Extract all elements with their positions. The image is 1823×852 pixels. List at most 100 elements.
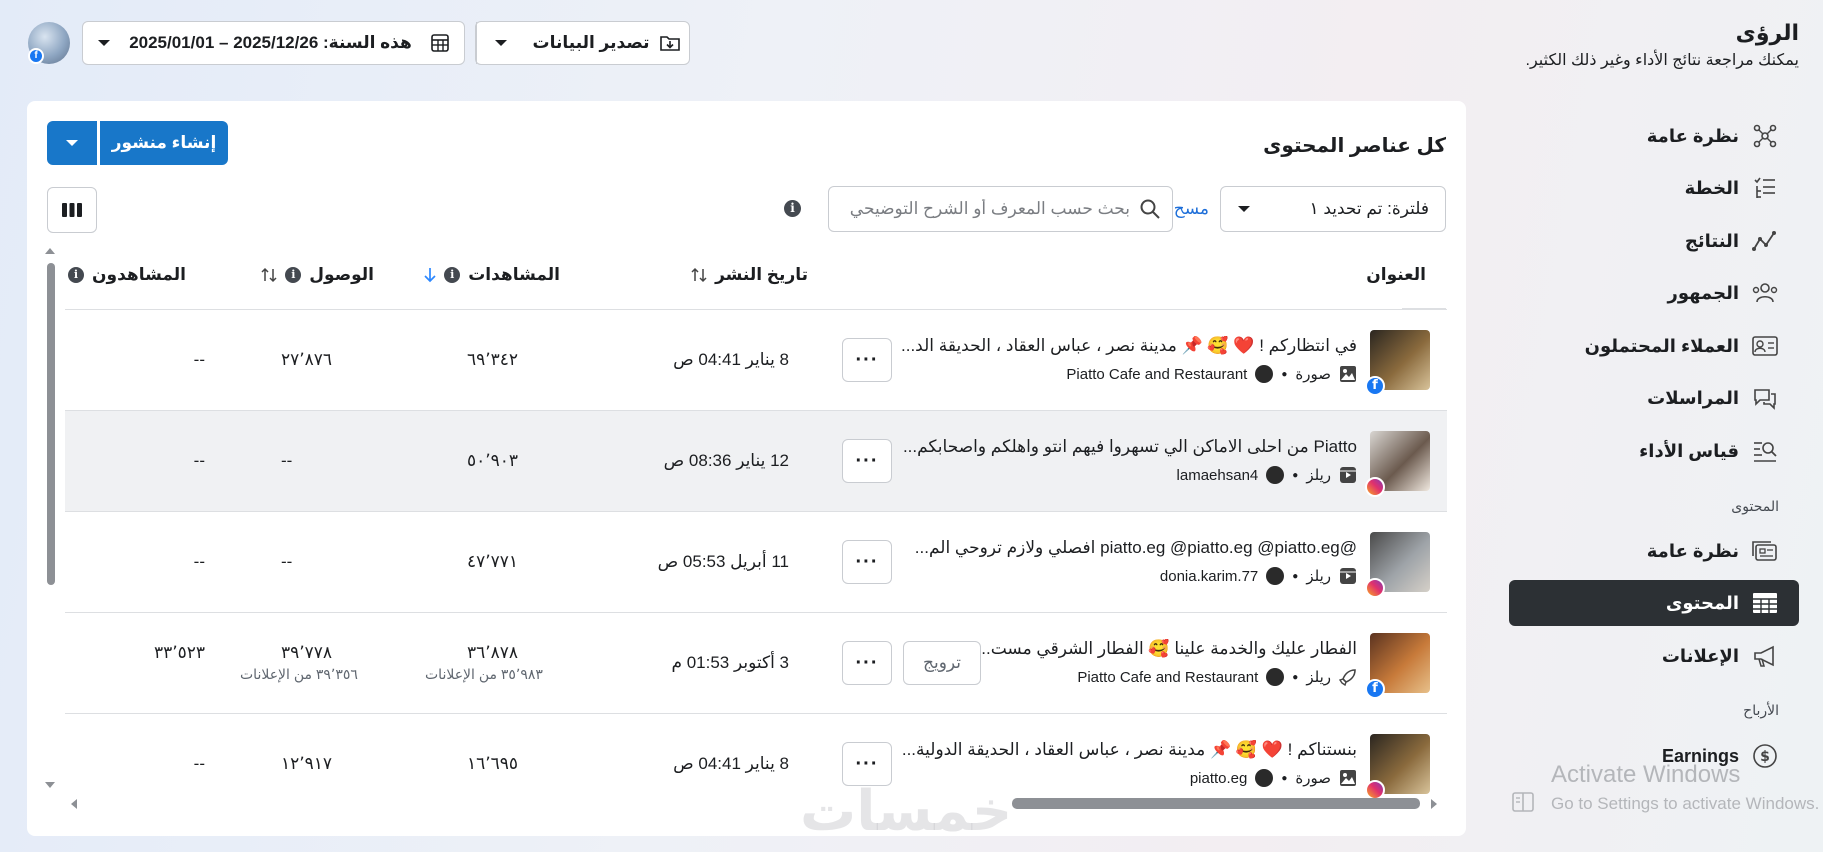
table-row[interactable]: f الفطار عليك والخدمة علينا 🥰 الفطار الش… [65,612,1447,713]
sort-icon [691,267,707,283]
photo-icon [1339,365,1357,383]
more-options-button[interactable]: ··· [842,338,892,382]
scroll-left-arrow[interactable] [70,798,78,810]
search-icon [1140,199,1160,219]
views-value: ٣٦٬٨٧٨ [467,643,519,662]
account-avatar [1255,365,1274,383]
search-input[interactable] [841,199,1130,219]
reach-value: ٣٩٬٧٧٨ [281,643,333,662]
sidebar-item-content-overview[interactable]: نظرة عامة [1509,528,1799,574]
date-range-button[interactable]: هذه السنة: 2025/12/26 – 2025/01/01 [82,21,465,65]
filter-button[interactable]: فلترة: تم تحديد ١ [1220,186,1446,232]
export-data-button[interactable]: تصدير البيانات [525,33,689,53]
more-options-button[interactable]: ··· [842,641,892,685]
more-dots-icon: ··· [855,651,879,674]
column-header-reach[interactable]: الوصول i [261,265,374,285]
sidebar-item-plan[interactable]: الخطة [1509,165,1799,211]
more-dots-icon: ··· [855,752,879,775]
post-title[interactable]: @piatto.eg @piatto.eg @piatto.eg افصلي و… [915,538,1357,558]
views-ads-value: ٣٥٬٩٨٣ من الإعلانات [425,666,543,682]
reach-value: ١٢٬٩١٧ [281,754,333,773]
media-overview-icon [1751,537,1779,565]
sidebar-item-label: المحتوى [1665,592,1739,613]
contact-card-icon [1751,332,1779,360]
table-grid-icon [1751,589,1779,617]
sidebar-section-earnings: الأرباح [1743,702,1779,718]
post-title[interactable]: Piatto من احلى الاماكن الي تسهروا فيهم ا… [903,437,1357,457]
post-meta: ريلز ● donia.karim.77 [1160,567,1357,585]
post-meta: صورة ● piatto.eg [1190,769,1357,787]
settings-panel-icon [1512,791,1534,813]
post-type: صورة [1295,366,1331,383]
post-title[interactable]: بنستناكم ! ❤️ 🥰 📌 مدينة نصر ، عباس العقا… [902,740,1357,760]
account-avatar [1266,668,1285,686]
column-header-views[interactable]: المشاهدات i [424,265,560,285]
scroll-right-arrow[interactable] [1430,798,1438,810]
khamsat-watermark-logo: خمسات [800,779,1013,842]
viewers-value: -- [193,451,205,470]
account-avatar [1266,567,1285,585]
column-header-viewers[interactable]: المشاهدون i [68,265,186,285]
more-options-button[interactable]: ··· [842,439,892,483]
table-row[interactable]: Piatto من احلى الاماكن الي تسهروا فيهم ا… [65,410,1447,511]
column-header-title[interactable]: العنوان [1366,265,1426,285]
sidebar-item-label: النتائج [1684,230,1739,251]
export-dropdown-button[interactable] [476,22,525,64]
info-icon: i [68,267,85,283]
sidebar-item-leads[interactable]: العملاء المحتملون [1509,323,1799,369]
post-title[interactable]: في انتظاركم ! ❤️ 🥰 📌 مدينة نصر ، عباس ال… [901,336,1357,356]
post-meta: ريلز ● lamaehsan4 [1177,466,1357,484]
search-info-icon[interactable]: i [784,200,801,217]
viewers-value: ٣٣٬٥٢٣ [153,643,205,662]
people-icon [1751,279,1779,307]
sidebar-item-label: قياس الأداء [1639,440,1739,461]
sidebar-item-results[interactable]: النتائج [1509,218,1799,264]
photo-icon [1339,769,1357,787]
sidebar-item-label: العملاء المحتملون [1584,335,1739,356]
sidebar-item-ads[interactable]: الإعلانات [1509,633,1799,679]
separator-dot: ● [1292,469,1299,481]
post-account: lamaehsan4 [1176,466,1259,484]
columns-button[interactable] [47,187,97,233]
info-icon: i [444,267,461,283]
create-post-dropdown[interactable] [47,121,97,165]
clear-filter-link[interactable]: مسح [1174,199,1209,219]
post-account: donia.karim.77 [1159,567,1259,585]
columns-icon [61,201,83,219]
export-data-group: تصدير البيانات [475,21,690,65]
sidebar-item-content[interactable]: المحتوى [1509,580,1799,626]
rocket-icon [1339,668,1357,686]
sidebar-item-label: الجمهور [1667,282,1740,303]
windows-activation-title: Activate Windows [1551,761,1741,788]
create-post-button[interactable]: إنشاء منشور [100,121,228,165]
facebook-badge-icon: f [28,48,44,64]
viewers-value: -- [193,350,205,369]
boost-button[interactable]: ترويج [903,641,981,685]
facebook-icon: f [1365,679,1385,699]
content-card-title: كل عناصر المحتوى [1263,135,1446,157]
scroll-down-arrow[interactable] [44,781,56,789]
sidebar-item-benchmark[interactable]: قياس الأداء [1509,428,1799,474]
content-card: كل عناصر المحتوى إنشاء منشور فلترة: تم ت… [27,101,1466,836]
more-options-button[interactable]: ··· [842,540,892,584]
views-value: ٦٩٬٣٤٢ [467,350,519,369]
benchmark-icon [1751,437,1779,465]
table-row[interactable]: @piatto.eg @piatto.eg @piatto.eg افصلي و… [65,511,1447,612]
sidebar-item-overview[interactable]: نظرة عامة [1509,113,1799,159]
column-header-publish-date[interactable]: تاريخ النشر [691,265,808,285]
reach-ads-value: ٣٩٬٣٥٦ من الإعلانات [240,666,358,682]
account-avatar [1255,769,1274,787]
viewers-value: -- [193,552,205,571]
scroll-up-arrow[interactable] [44,247,56,255]
sidebar-item-audience[interactable]: الجمهور [1509,270,1799,316]
page-title: الرؤى [1735,20,1799,45]
instagram-icon [1365,578,1385,598]
vertical-scrollbar-thumb[interactable] [47,263,55,585]
post-title[interactable]: الفطار عليك والخدمة علينا 🥰 الفطار الشرق… [977,639,1357,659]
sidebar-item-messaging[interactable]: المراسلات [1509,375,1799,421]
table-row[interactable]: f في انتظاركم ! ❤️ 🥰 📌 مدينة نصر ، عباس … [65,309,1447,410]
horizontal-scrollbar-thumb[interactable] [1012,798,1420,809]
separator-dot: ● [1281,368,1288,380]
views-value: ٥٠٬٩٠٣ [467,451,519,470]
views-value: ١٦٬٦٩٥ [467,754,519,773]
